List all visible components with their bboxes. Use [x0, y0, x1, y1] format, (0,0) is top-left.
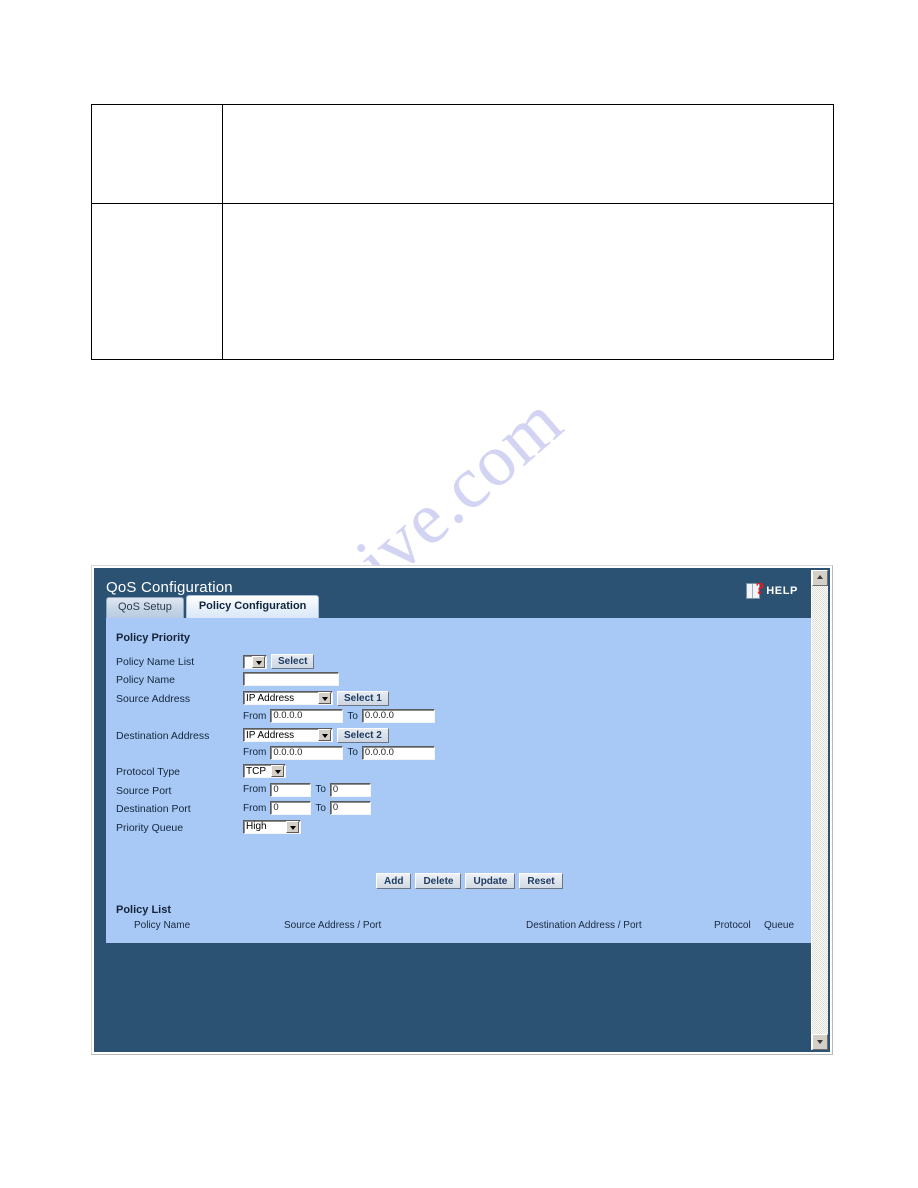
destination-port-label: Destination Port — [116, 803, 191, 816]
column-header-queue: Queue — [764, 920, 795, 931]
field-row-destination-port: Destination Port From 0 To 0 — [116, 801, 676, 819]
field-row-priority-queue: Priority Queue High — [116, 819, 676, 838]
policy-priority-form: Policy Name List Select Policy Name Sour… — [116, 654, 676, 838]
scroll-up-button[interactable] — [812, 570, 828, 586]
page-body: Policy Priority Policy Name List Select — [106, 618, 811, 943]
destination-port-from-input[interactable]: 0 — [270, 801, 312, 816]
priority-queue-label: Priority Queue — [116, 821, 184, 834]
priority-queue-select[interactable]: High — [243, 819, 301, 834]
source-address-from-input[interactable]: 0.0.0.0 — [270, 709, 344, 724]
help-book-icon: ? — [746, 580, 764, 600]
select-1-button[interactable]: Select 1 — [337, 690, 389, 706]
protocol-type-label: Protocol Type — [116, 766, 181, 779]
source-address-to-label: To — [347, 710, 358, 722]
destination-address-label: Destination Address — [116, 729, 210, 742]
destination-port-from-label: From — [243, 802, 267, 814]
source-port-to-input[interactable]: 0 — [329, 782, 371, 797]
table-cell-content — [222, 104, 834, 204]
table-cell-content — [222, 203, 834, 360]
source-port-to-label: To — [315, 784, 326, 796]
destination-address-to-input[interactable]: 0.0.0.0 — [361, 745, 435, 760]
form-actions: Add Delete Update Reset — [376, 873, 563, 889]
policy-name-list-label: Policy Name List — [116, 656, 195, 668]
page-title: QoS Configuration — [106, 579, 233, 596]
policy-list-header-row: Policy Name Source Address / Port Destin… — [106, 920, 811, 935]
table-cell-label — [91, 104, 223, 204]
help-button[interactable]: ? HELP — [746, 580, 798, 602]
destination-port-to-label: To — [315, 802, 326, 814]
policy-priority-heading: Policy Priority — [116, 632, 190, 644]
source-address-to-input[interactable]: 0.0.0.0 — [361, 709, 435, 724]
chevron-down-icon — [271, 765, 284, 778]
vertical-scrollbar[interactable] — [811, 570, 828, 1050]
column-header-policy-name: Policy Name — [134, 920, 191, 931]
source-address-type-select[interactable]: IP Address — [243, 691, 333, 706]
table-row — [91, 203, 834, 360]
browser-viewport: QoS Configuration ? HELP QoS Setup Polic… — [94, 568, 830, 1052]
field-row-source-port: Source Port From 0 To 0 — [116, 782, 676, 801]
help-label: HELP — [766, 585, 798, 597]
policy-name-label: Policy Name — [116, 674, 175, 687]
destination-address-to-label: To — [347, 747, 358, 759]
delete-button[interactable]: Delete — [415, 873, 462, 889]
tab-policy-configuration[interactable]: Policy Configuration — [185, 595, 320, 618]
chevron-up-icon — [817, 575, 823, 579]
field-row-policy-name-list: Policy Name List Select — [116, 654, 676, 672]
document-table — [91, 104, 834, 360]
source-port-from-input[interactable]: 0 — [270, 782, 312, 797]
destination-address-type-select[interactable]: IP Address — [243, 728, 333, 743]
destination-address-from-label: From — [243, 747, 267, 759]
chevron-down-icon — [817, 1040, 823, 1044]
device-page: QoS Configuration ? HELP QoS Setup Polic… — [94, 568, 811, 1052]
select-2-button[interactable]: Select 2 — [337, 727, 389, 743]
tab-qos-setup[interactable]: QoS Setup — [106, 597, 184, 618]
field-row-policy-name: Policy Name — [116, 672, 676, 690]
reset-button[interactable]: Reset — [519, 873, 563, 889]
source-address-from-label: From — [243, 710, 267, 722]
add-button[interactable]: Add — [376, 873, 412, 889]
chevron-down-icon — [286, 820, 299, 833]
field-row-destination-address: Destination Address IP Address Select 2 — [116, 727, 676, 746]
field-row-protocol-type: Protocol Type TCP — [116, 764, 676, 782]
select-policy-button[interactable]: Select — [271, 654, 315, 669]
update-button[interactable]: Update — [465, 873, 516, 889]
column-header-protocol: Protocol — [714, 920, 751, 931]
chevron-down-icon — [252, 655, 265, 668]
scroll-down-button[interactable] — [812, 1034, 828, 1050]
table-row — [91, 104, 834, 204]
browser-frame: QoS Configuration ? HELP QoS Setup Polic… — [91, 565, 833, 1055]
field-row-destination-address-range: From 0.0.0.0 To 0.0.0.0 — [116, 745, 676, 764]
source-address-type-value: IP Address — [246, 692, 295, 704]
policy-list-heading: Policy List — [116, 904, 172, 916]
field-row-source-address: Source Address IP Address Select 1 — [116, 690, 676, 709]
tab-bar: QoS Setup Policy Configuration — [106, 595, 320, 618]
column-header-source-address-port: Source Address / Port — [284, 920, 382, 931]
source-port-from-label: From — [243, 784, 267, 796]
priority-queue-value: High — [246, 821, 267, 833]
destination-address-type-value: IP Address — [246, 729, 295, 741]
source-port-label: Source Port — [116, 784, 172, 797]
table-cell-label — [91, 203, 223, 360]
destination-address-from-input[interactable]: 0.0.0.0 — [270, 745, 344, 760]
policy-name-list-select[interactable] — [243, 654, 267, 669]
policy-name-input[interactable] — [243, 672, 339, 687]
field-row-source-address-range: From 0.0.0.0 To 0.0.0.0 — [116, 709, 676, 727]
protocol-type-value: TCP — [246, 765, 266, 777]
page-header: QoS Configuration ? HELP QoS Setup Polic… — [94, 568, 811, 618]
chevron-down-icon — [318, 729, 331, 742]
protocol-type-select[interactable]: TCP — [243, 764, 286, 779]
source-address-label: Source Address — [116, 692, 191, 705]
destination-port-to-input[interactable]: 0 — [329, 801, 371, 816]
chevron-down-icon — [318, 692, 331, 705]
column-header-destination-address-port: Destination Address / Port — [526, 920, 642, 931]
